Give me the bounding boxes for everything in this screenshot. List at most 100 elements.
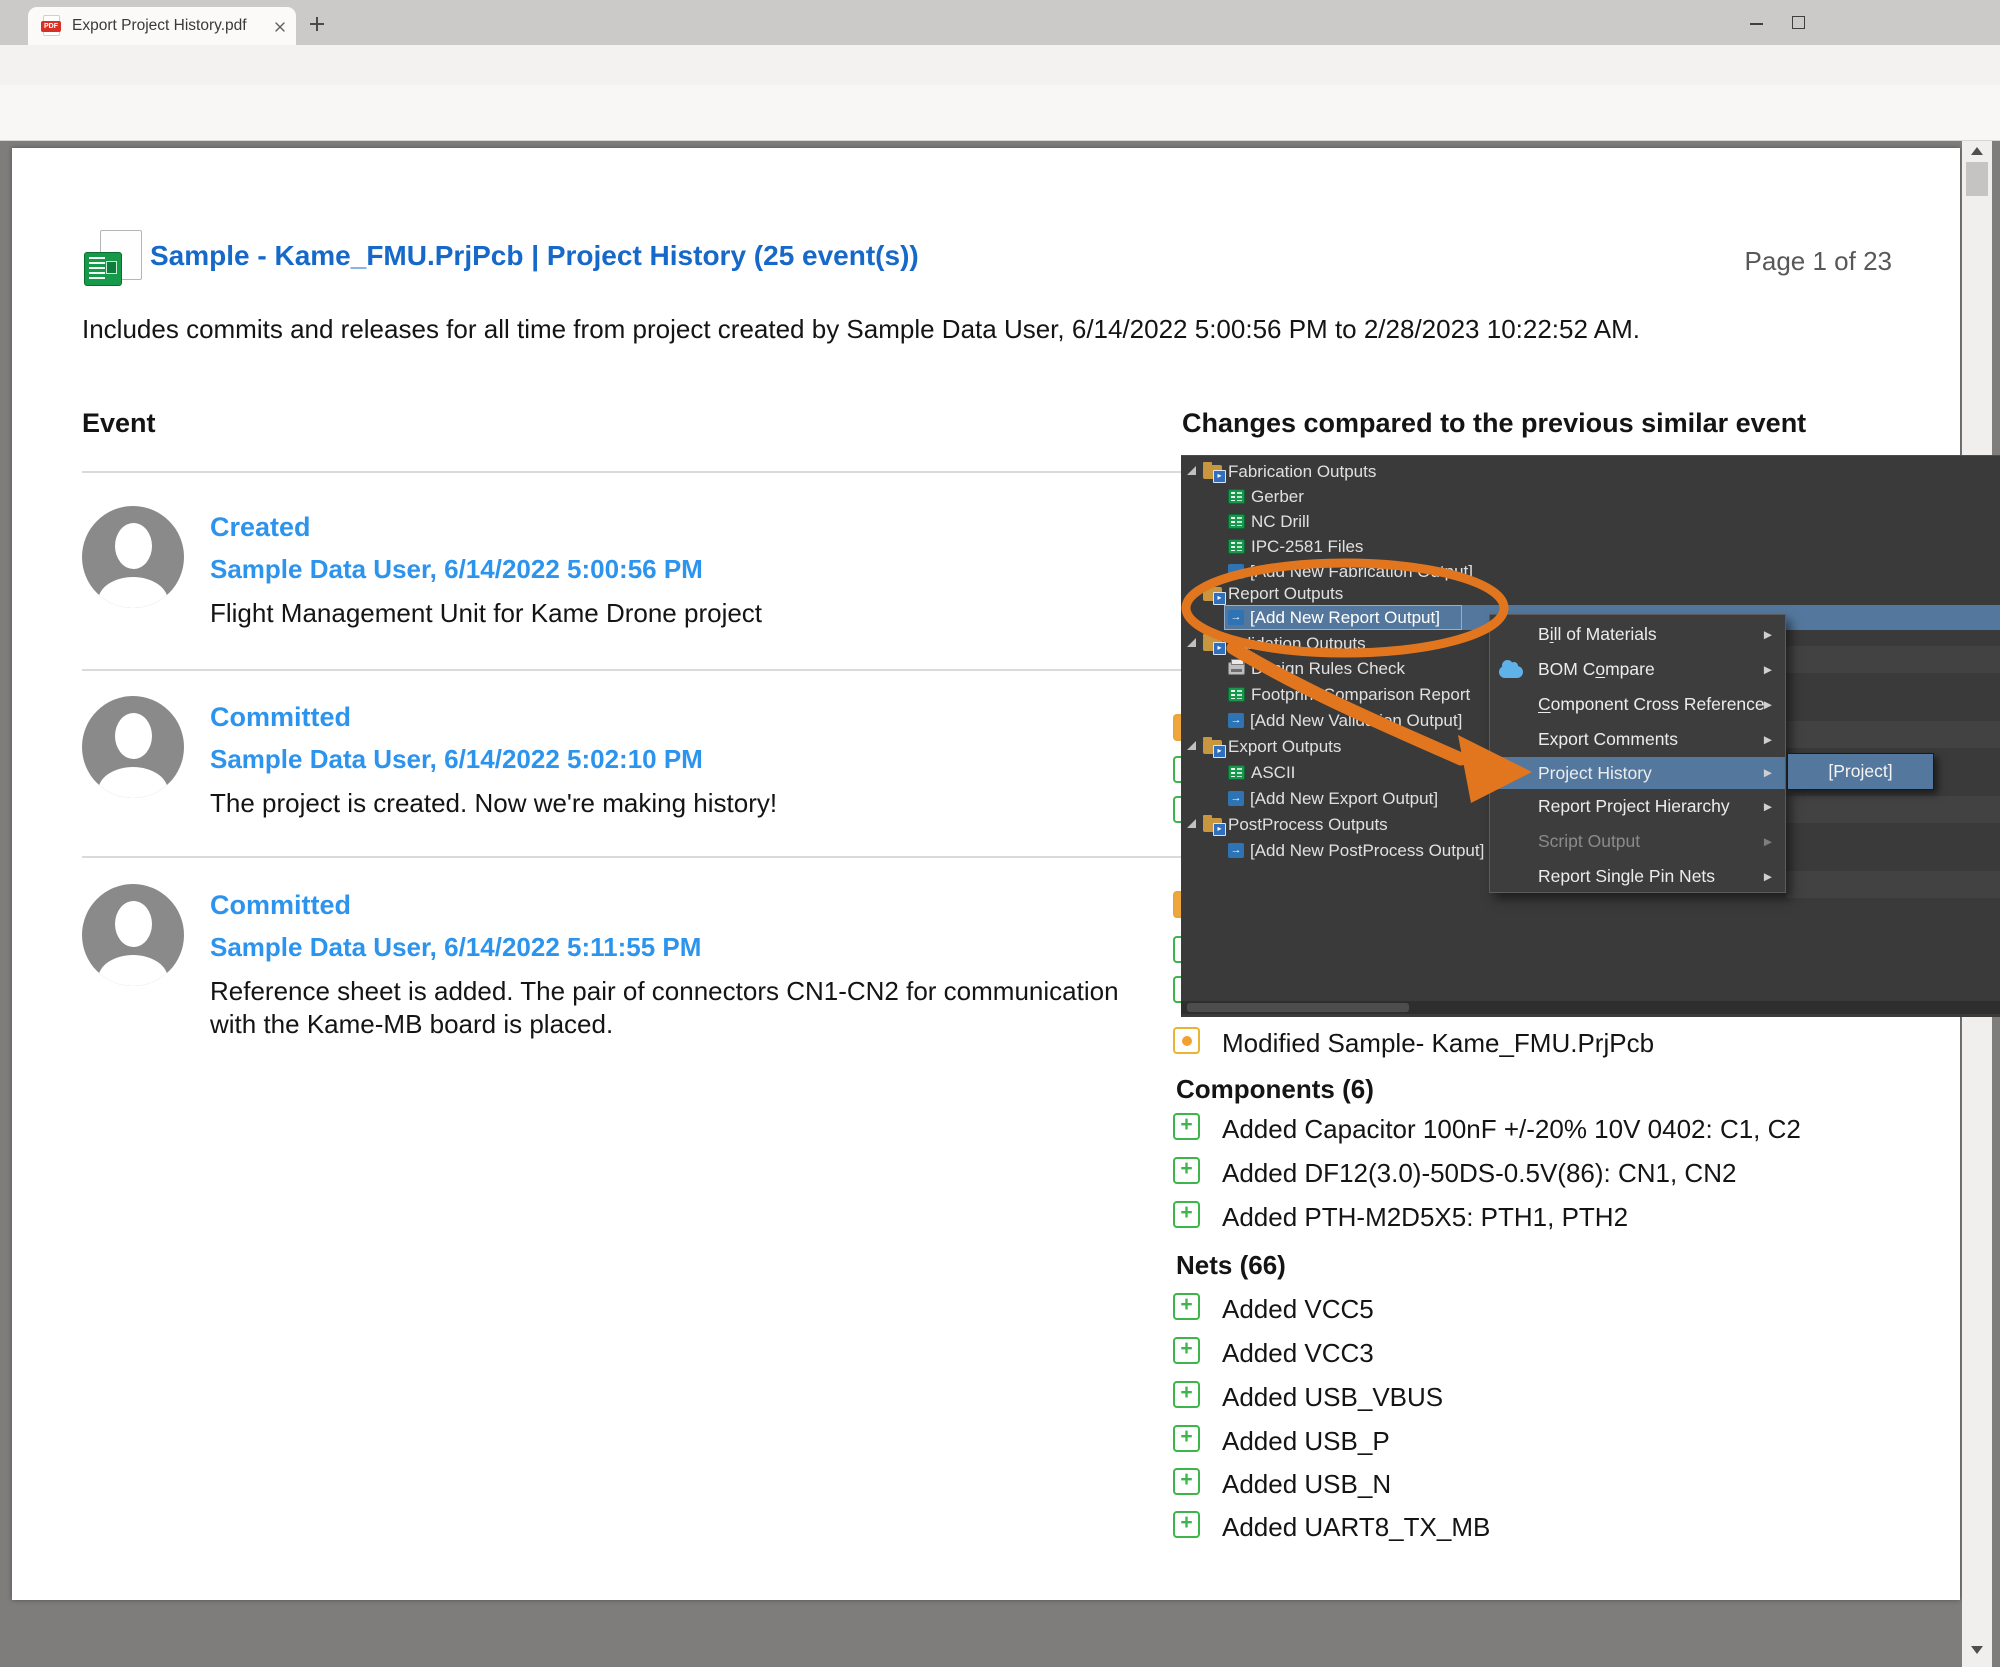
add-new-icon: [1228, 843, 1244, 858]
net-item: Added UART8_TX_MB: [1222, 1512, 1490, 1543]
menu-item-component-cross-reference[interactable]: Component Cross Reference: [1490, 687, 1785, 722]
titlebar: PDF Export Project History.pdf: [0, 0, 2000, 45]
window-maximize-icon[interactable]: [1792, 16, 1805, 29]
submenu-arrow-icon: [1764, 664, 1772, 676]
added-icon: [1173, 1113, 1200, 1140]
address-bar: File C:/Users/renata.lang/Desktop/Export…: [0, 45, 2000, 85]
browser-window: PDF Export Project History.pdf File C:/U…: [0, 0, 2000, 1667]
scrollbar-up-icon[interactable]: [1971, 147, 1983, 155]
added-icon: [1173, 1468, 1200, 1495]
horizontal-scrollbar-thumb[interactable]: [1187, 1003, 1409, 1012]
row-stripe: [1786, 721, 2000, 748]
window-minimize-icon[interactable]: [1750, 23, 1763, 25]
added-icon: [1173, 1201, 1200, 1228]
menu-item-report-single-pin-nets[interactable]: Report Single Pin Nets: [1490, 859, 1785, 894]
added-icon: [1173, 1293, 1200, 1320]
event-description: The project is created. Now we're making…: [210, 787, 1170, 820]
tab-close-icon[interactable]: [274, 20, 286, 32]
net-item: Added USB_VBUS: [1222, 1382, 1443, 1413]
net-item: Added VCC3: [1222, 1338, 1374, 1369]
components-header: Components (6): [1176, 1074, 1374, 1105]
report-printer-icon: [1228, 662, 1245, 675]
scrollbar-down-icon[interactable]: [1971, 1646, 1983, 1654]
output-file-icon: [1228, 687, 1245, 702]
folder-icon: [1203, 740, 1222, 754]
browser-tab[interactable]: PDF Export Project History.pdf: [28, 7, 296, 45]
expander-icon[interactable]: [1187, 466, 1196, 475]
tree-item-nc-drill[interactable]: NC Drill: [1181, 509, 1641, 534]
document-title[interactable]: Sample - Kame_FMU.PrjPcb | Project Histo…: [150, 240, 919, 272]
net-item: Added VCC5: [1222, 1294, 1374, 1325]
expander-icon[interactable]: [1187, 819, 1196, 828]
tree-item-ipc2581[interactable]: IPC-2581 Files: [1181, 534, 1641, 559]
menu-item-report-project-hierarchy[interactable]: Report Project Hierarchy: [1490, 789, 1785, 824]
cloud-icon: [1499, 666, 1523, 678]
expander-icon[interactable]: [1187, 588, 1196, 597]
modified-item: Modified Sample- Kame_FMU.PrjPcb: [1222, 1028, 1654, 1059]
user-avatar: [82, 884, 184, 986]
event-title[interactable]: Committed: [210, 702, 351, 733]
submenu-arrow-icon: [1764, 871, 1772, 883]
expander-icon[interactable]: [1187, 741, 1196, 750]
menu-item-project-history[interactable]: Project History: [1490, 757, 1785, 789]
submenu-arrow-icon: [1764, 734, 1772, 746]
added-icon: [1173, 1157, 1200, 1184]
component-item: Added Capacitor 100nF +/-20% 10V 0402: C…: [1222, 1114, 1801, 1145]
scrollbar-thumb[interactable]: [1966, 162, 1988, 196]
column-header-event: Event: [82, 408, 156, 439]
document-intro: Includes commits and releases for all ti…: [82, 314, 1842, 345]
folder-icon: [1203, 637, 1222, 651]
output-file-icon: [1228, 765, 1245, 780]
tree-item-gerber[interactable]: Gerber: [1181, 484, 1641, 509]
net-item: Added USB_N: [1222, 1469, 1391, 1500]
event-description: Reference sheet is added. The pair of co…: [210, 975, 1170, 1041]
menu-item-export-comments[interactable]: Export Comments: [1490, 722, 1785, 757]
net-item: Added USB_P: [1222, 1426, 1390, 1457]
submenu-item-project[interactable]: [Project]: [1787, 753, 1934, 790]
page-indicator: Page 1 of 23: [1700, 246, 1892, 277]
tree-item-report-outputs[interactable]: Report Outputs: [1181, 581, 1641, 606]
component-item: Added PTH-M2D5X5: PTH1, PTH2: [1222, 1202, 1628, 1233]
row-stripe: [1786, 871, 2000, 898]
pdf-toolbar: of 23 Page view Read aloud Add text Draw…: [0, 85, 2000, 141]
table-divider: [82, 856, 1181, 858]
menu-item-bom-compare[interactable]: BOM Compare: [1490, 652, 1785, 687]
event-meta[interactable]: Sample Data User, 6/14/2022 5:00:56 PM: [210, 554, 703, 585]
component-item: Added DF12(3.0)-50DS-0.5V(86): CN1, CN2: [1222, 1158, 1736, 1189]
nets-header: Nets (66): [1176, 1250, 1286, 1281]
event-meta[interactable]: Sample Data User, 6/14/2022 5:02:10 PM: [210, 744, 703, 775]
submenu-arrow-icon: [1764, 836, 1772, 848]
output-file-icon: [1228, 539, 1245, 554]
tree-item-fabrication-outputs[interactable]: Fabrication Outputs: [1181, 459, 1641, 484]
add-new-icon: [1228, 791, 1244, 806]
event-title[interactable]: Created: [210, 512, 311, 543]
add-new-icon: [1228, 610, 1244, 625]
new-tab-button[interactable]: [310, 17, 324, 31]
added-icon: [1173, 1381, 1200, 1408]
menu-item-script-output: Script Output: [1490, 824, 1785, 859]
modified-icon: [1173, 1027, 1200, 1054]
submenu-arrow-icon: [1764, 629, 1772, 641]
added-icon: [1173, 1511, 1200, 1538]
outputs-panel-screenshot: Fabrication Outputs Gerber NC Drill IPC-…: [1181, 455, 2000, 1017]
row-stripe: [1786, 646, 2000, 673]
context-menu: Bill of Materials BOM Compare Component …: [1489, 614, 1786, 893]
output-file-icon: [1228, 514, 1245, 529]
add-new-icon: [1228, 713, 1244, 728]
folder-icon: [1203, 587, 1222, 601]
user-avatar: [82, 696, 184, 798]
menu-item-bill-of-materials[interactable]: Bill of Materials: [1490, 617, 1785, 652]
added-icon: [1173, 1337, 1200, 1364]
folder-icon: [1203, 465, 1222, 479]
pdf-favicon-icon: PDF: [43, 15, 60, 36]
event-title[interactable]: Committed: [210, 890, 351, 921]
submenu-arrow-icon: [1764, 699, 1772, 711]
submenu-arrow-icon: [1764, 801, 1772, 813]
submenu-arrow-icon: [1764, 767, 1772, 779]
project-document-icon: [84, 230, 144, 288]
table-divider: [82, 669, 1181, 671]
event-meta[interactable]: Sample Data User, 6/14/2022 5:11:55 PM: [210, 932, 701, 963]
expander-icon[interactable]: [1187, 638, 1196, 647]
output-file-icon: [1228, 489, 1245, 504]
folder-icon: [1203, 818, 1222, 832]
